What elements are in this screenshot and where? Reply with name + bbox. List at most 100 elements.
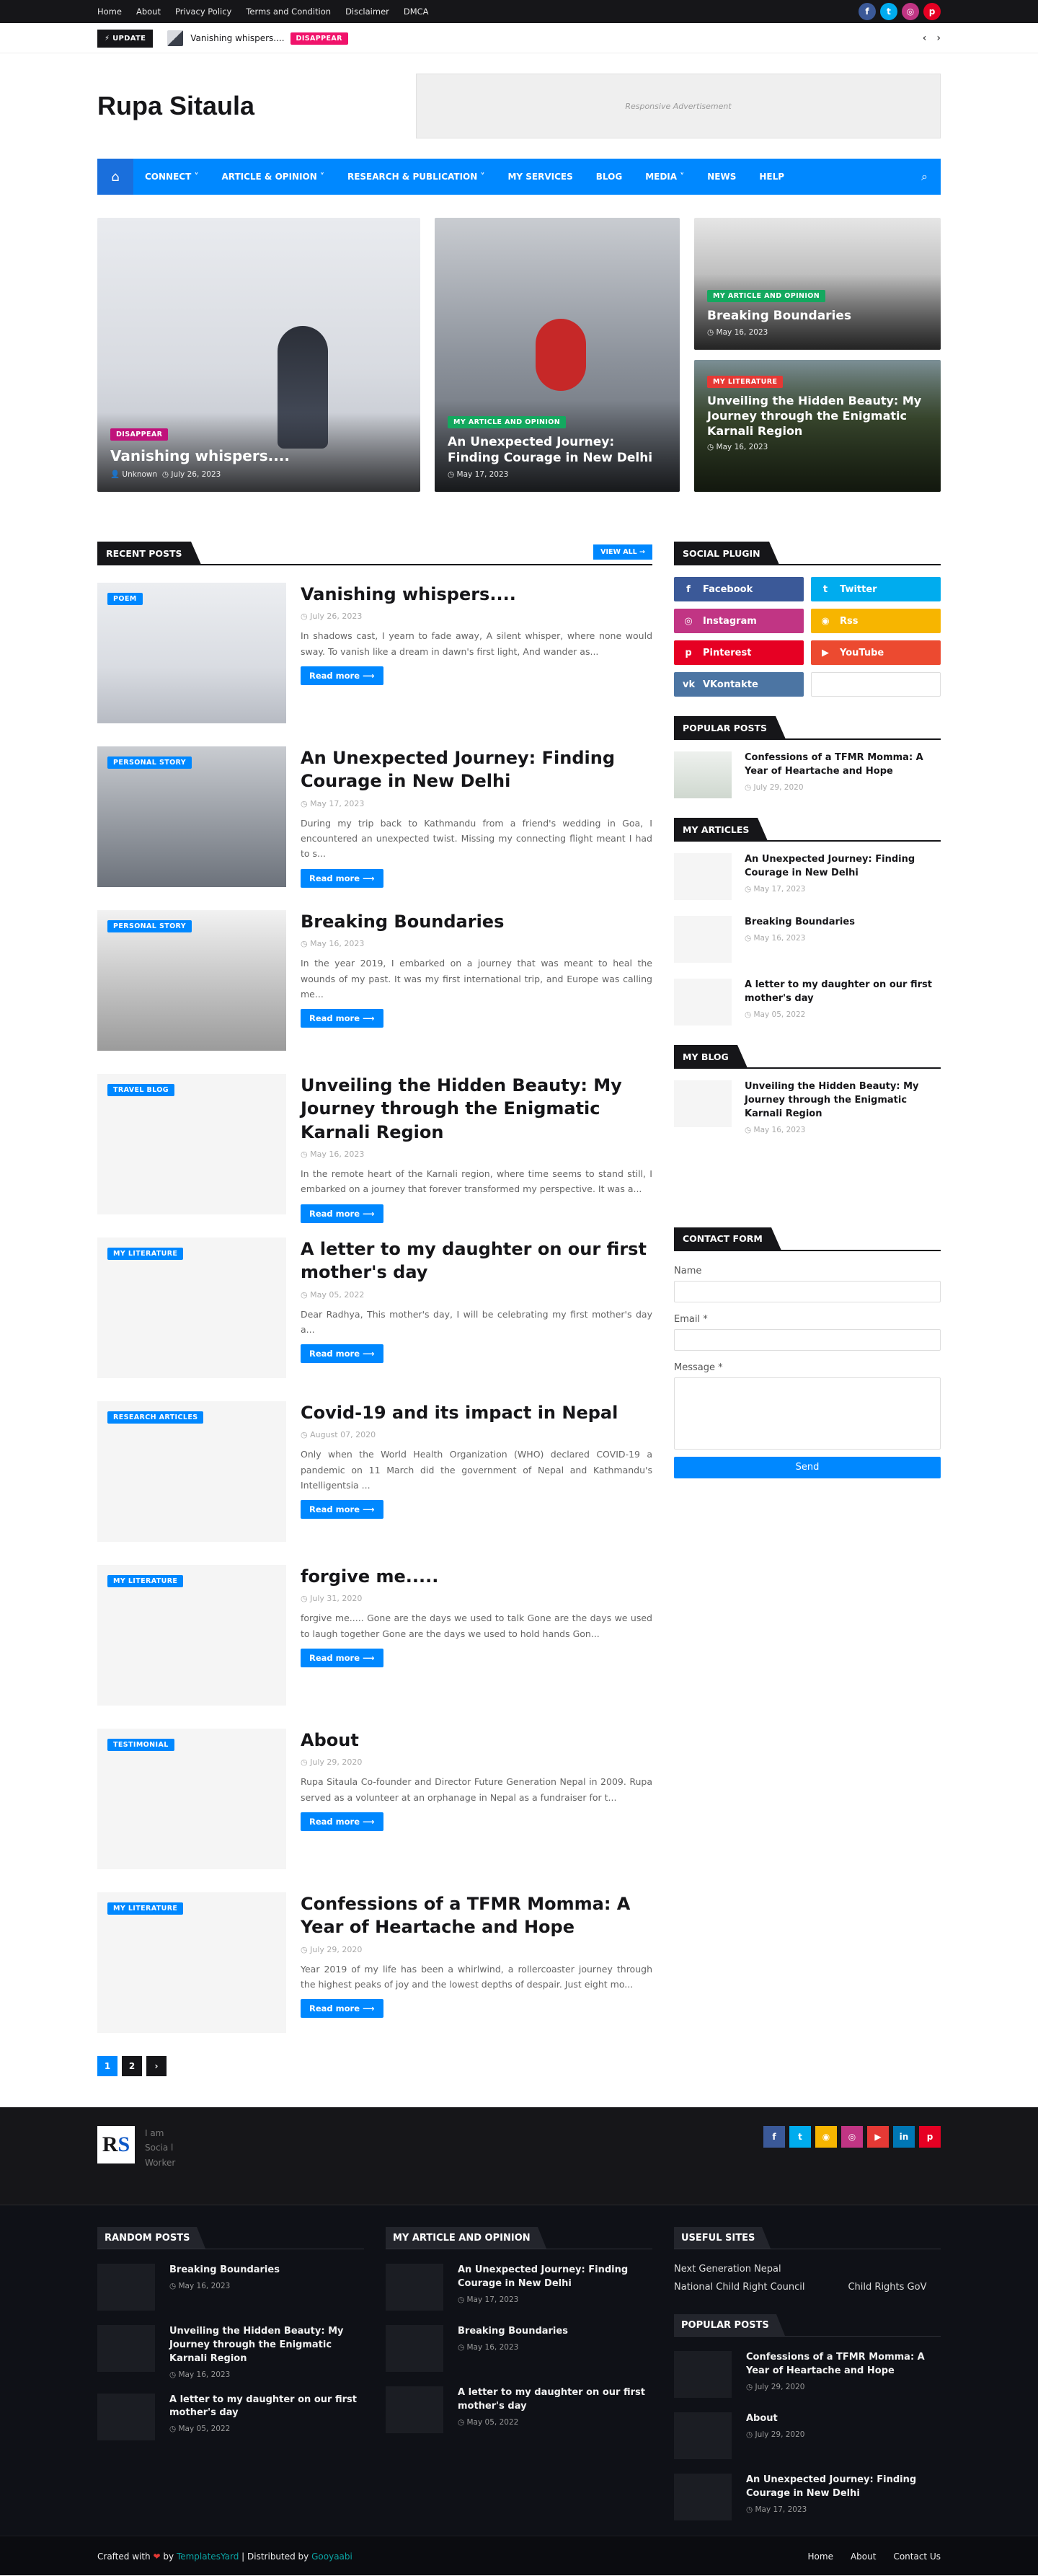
post-title[interactable]: Breaking Boundaries: [301, 910, 652, 933]
twitter-icon[interactable]: t: [789, 2126, 811, 2148]
opinion-post-title[interactable]: Breaking Boundaries: [458, 2325, 568, 2339]
read-more-button[interactable]: Read more ⟶: [301, 1648, 383, 1667]
read-more-button[interactable]: Read more ⟶: [301, 666, 383, 685]
read-more-button[interactable]: Read more ⟶: [301, 1812, 383, 1831]
useful-link[interactable]: Child Rights GoV: [848, 2282, 926, 2293]
read-more-button[interactable]: Read more ⟶: [301, 1009, 383, 1028]
featured-card[interactable]: MY LITERATURE Unveiling the Hidden Beaut…: [694, 360, 941, 492]
search-icon[interactable]: ⌕: [908, 169, 941, 184]
nav-connect[interactable]: CONNECT ˅: [133, 159, 210, 195]
social-button-instagram[interactable]: ◎ Instagram: [674, 609, 804, 633]
featured-title[interactable]: Unveiling the Hidden Beauty: My Journey …: [707, 394, 928, 438]
read-more-button[interactable]: Read more ⟶: [301, 868, 383, 888]
pagination-page[interactable]: 2: [122, 2056, 142, 2076]
nav-blog[interactable]: BLOG: [585, 159, 634, 195]
youtube-icon[interactable]: ▶: [867, 2126, 889, 2148]
random-post-item[interactable]: A letter to my daughter on our first mot…: [97, 2393, 364, 2440]
post-title[interactable]: forgive me.....: [301, 1565, 652, 1588]
social-button-vkontakte[interactable]: vk VKontakte: [674, 672, 804, 697]
top-link-disclaimer[interactable]: Disclaimer: [345, 6, 389, 17]
social-button-pinterest[interactable]: p Pinterest: [674, 640, 804, 665]
pagination-page[interactable]: 1: [97, 2056, 117, 2076]
post-title[interactable]: A letter to my daughter on our first mot…: [301, 1238, 652, 1284]
top-link-home[interactable]: Home: [97, 6, 122, 17]
article-title[interactable]: Breaking Boundaries: [745, 916, 855, 930]
social-button-facebook[interactable]: f Facebook: [674, 577, 804, 601]
footer-popular-post-title[interactable]: About: [746, 2412, 804, 2426]
social-button-rss[interactable]: ◉ Rss: [811, 609, 941, 633]
facebook-icon[interactable]: f: [763, 2126, 785, 2148]
footer-popular-post-item[interactable]: About ◷ July 29, 2020: [674, 2412, 941, 2459]
nav-media[interactable]: MEDIA ˅: [634, 159, 696, 195]
post-title[interactable]: Vanishing whispers....: [301, 583, 652, 606]
post-category-tag[interactable]: TESTIMONIAL: [107, 1739, 174, 1751]
post-category-tag[interactable]: MY LITERATURE: [107, 1902, 184, 1915]
featured-title[interactable]: An Unexpected Journey: Finding Courage i…: [448, 434, 667, 466]
social-button-twitter[interactable]: t Twitter: [811, 577, 941, 601]
popular-post[interactable]: Confessions of a TFMR Momma: A Year of H…: [674, 751, 941, 798]
top-link-dmca[interactable]: DMCA: [404, 6, 429, 17]
opinion-post-title[interactable]: A letter to my daughter on our first mot…: [458, 2386, 652, 2414]
blog-post[interactable]: Unveiling the Hidden Beauty: My Journey …: [674, 1080, 941, 1134]
linkedin-icon[interactable]: in: [893, 2126, 915, 2148]
post-title[interactable]: Covid-19 and its impact in Nepal: [301, 1401, 652, 1424]
featured-tag[interactable]: MY ARTICLE AND OPINION: [707, 289, 826, 302]
send-button[interactable]: Send: [674, 1456, 941, 1478]
gooyaabi-link[interactable]: Gooyaabi: [311, 2551, 352, 2562]
featured-card[interactable]: MY ARTICLE AND OPINION An Unexpected Jou…: [435, 218, 680, 492]
name-field[interactable]: [674, 1280, 941, 1302]
post-thumbnail[interactable]: MY LITERATURE: [97, 1565, 286, 1706]
opinion-post-item[interactable]: Breaking Boundaries ◷ May 16, 2023: [386, 2325, 652, 2372]
article-item[interactable]: An Unexpected Journey: Finding Courage i…: [674, 853, 941, 900]
random-post-title[interactable]: Breaking Boundaries: [169, 2264, 280, 2277]
home-icon[interactable]: ⌂: [97, 159, 133, 195]
footer-popular-post-title[interactable]: Confessions of a TFMR Momma: A Year of H…: [746, 2351, 941, 2378]
opinion-post-title[interactable]: An Unexpected Journey: Finding Courage i…: [458, 2264, 652, 2291]
ticker-thumbnail[interactable]: [167, 30, 184, 46]
top-link-privacy[interactable]: Privacy Policy: [175, 6, 231, 17]
footer-link-about[interactable]: About: [851, 2551, 876, 2562]
post-category-tag[interactable]: PERSONAL STORY: [107, 920, 192, 932]
post-category-tag[interactable]: TRAVEL BLOG: [107, 1084, 174, 1096]
post-thumbnail[interactable]: MY LITERATURE: [97, 1892, 286, 2033]
read-more-button[interactable]: Read more ⟶: [301, 1204, 383, 1223]
top-link-terms[interactable]: Terms and Condition: [246, 6, 331, 17]
article-title[interactable]: A letter to my daughter on our first mot…: [745, 979, 941, 1006]
post-thumbnail[interactable]: TESTIMONIAL: [97, 1729, 286, 1869]
article-title[interactable]: An Unexpected Journey: Finding Courage i…: [745, 853, 941, 881]
featured-card[interactable]: MY ARTICLE AND OPINION Breaking Boundari…: [694, 218, 941, 350]
nav-article-opinion[interactable]: ARTICLE & OPINION ˅: [210, 159, 336, 195]
ticker-prev-icon[interactable]: ‹: [923, 32, 927, 44]
nav-services[interactable]: MY SERVICES: [496, 159, 584, 195]
footer-link-contact[interactable]: Contact Us: [893, 2551, 941, 2562]
post-thumbnail[interactable]: TRAVEL BLOG: [97, 1074, 286, 1214]
ticker-title[interactable]: Vanishing whispers....: [190, 33, 284, 43]
post-category-tag[interactable]: MY LITERATURE: [107, 1575, 184, 1587]
read-more-button[interactable]: Read more ⟶: [301, 1999, 383, 2019]
random-post-item[interactable]: Unveiling the Hidden Beauty: My Journey …: [97, 2325, 364, 2379]
post-title[interactable]: An Unexpected Journey: Finding Courage i…: [301, 746, 652, 793]
message-field[interactable]: [674, 1377, 941, 1450]
read-more-button[interactable]: Read more ⟶: [301, 1344, 383, 1364]
instagram-icon[interactable]: ◎: [902, 3, 919, 20]
footer-popular-post-title[interactable]: An Unexpected Journey: Finding Courage i…: [746, 2474, 941, 2501]
useful-link[interactable]: National Child Right Council: [674, 2282, 804, 2293]
blog-post-title[interactable]: Unveiling the Hidden Beauty: My Journey …: [745, 1080, 941, 1121]
useful-link[interactable]: Next Generation Nepal: [674, 2264, 781, 2275]
article-item[interactable]: A letter to my daughter on our first mot…: [674, 979, 941, 1025]
post-title[interactable]: About: [301, 1729, 652, 1752]
top-link-about[interactable]: About: [136, 6, 161, 17]
ticker-next-icon[interactable]: ›: [936, 32, 941, 44]
featured-tag[interactable]: MY ARTICLE AND OPINION: [448, 415, 567, 428]
site-title[interactable]: Rupa Sitaula: [97, 91, 254, 121]
pagination-page[interactable]: ›: [146, 2056, 167, 2076]
footer-popular-post-item[interactable]: Confessions of a TFMR Momma: A Year of H…: [674, 2351, 941, 2398]
read-more-button[interactable]: Read more ⟶: [301, 1500, 383, 1519]
opinion-post-item[interactable]: An Unexpected Journey: Finding Courage i…: [386, 2264, 652, 2311]
social-button-youtube[interactable]: ▶ YouTube: [811, 640, 941, 665]
twitter-icon[interactable]: t: [880, 3, 897, 20]
featured-tag[interactable]: DISAPPEAR: [110, 428, 169, 441]
post-thumbnail[interactable]: MY LITERATURE: [97, 1238, 286, 1378]
post-category-tag[interactable]: PERSONAL STORY: [107, 757, 192, 769]
post-thumbnail[interactable]: PERSONAL STORY: [97, 746, 286, 887]
